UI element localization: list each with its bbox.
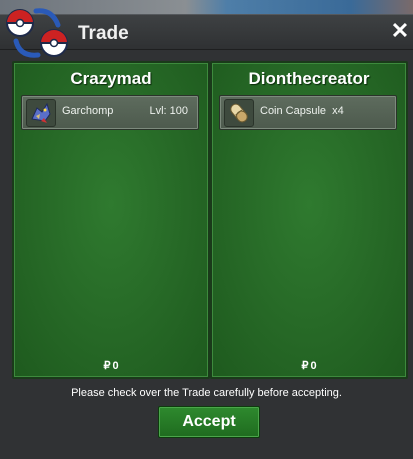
money-amount: 0 bbox=[310, 360, 317, 372]
money-amount: 0 bbox=[112, 360, 119, 372]
close-button[interactable]: ✕ bbox=[390, 20, 410, 42]
pokeball-logo-icon bbox=[6, 8, 68, 58]
trade-notice: Please check over the Trade carefully be… bbox=[71, 387, 342, 399]
trade-item-slot[interactable]: Coin Capsule x4 bbox=[219, 95, 397, 130]
window-title: Trade bbox=[78, 23, 129, 44]
money-offer: ₽0 bbox=[212, 359, 406, 372]
garchomp-sprite-icon bbox=[26, 99, 56, 127]
accept-button[interactable]: Accept bbox=[158, 406, 260, 438]
pokedollar-icon: ₽ bbox=[301, 360, 309, 372]
trader-name: Crazymad bbox=[70, 69, 152, 88]
trader-panel-dionthecreator: Dionthecreator Coin Capsule x4 ₽0 bbox=[210, 61, 408, 379]
item-name: Garchomp bbox=[62, 105, 114, 117]
item-level: Lvl: 100 bbox=[149, 105, 188, 117]
item-name: Coin Capsule x4 bbox=[260, 105, 344, 117]
trader-name: Dionthecreator bbox=[248, 69, 370, 88]
coin-capsule-icon bbox=[224, 99, 254, 127]
trader-panel-crazymad: Crazymad Garchomp Lvl: 100 ₽0 bbox=[12, 61, 210, 379]
trade-item-slot[interactable]: Garchomp Lvl: 100 bbox=[21, 95, 199, 130]
pokedollar-icon: ₽ bbox=[103, 360, 111, 372]
trade-window: Trade ✕ Crazymad Garchomp Lvl: 100 ₽ 0 D… bbox=[0, 8, 413, 459]
money-offer: ₽0 bbox=[14, 359, 208, 372]
